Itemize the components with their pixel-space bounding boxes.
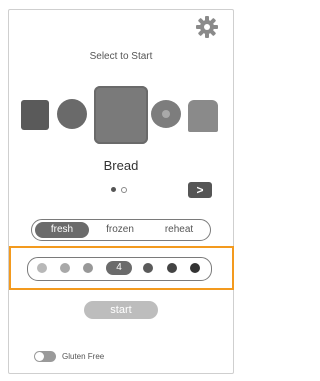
start-button[interactable]: start bbox=[84, 301, 158, 319]
page-title: Select to Start bbox=[89, 51, 153, 62]
darkness-level-1[interactable] bbox=[37, 263, 47, 273]
darkness-level-7[interactable] bbox=[190, 263, 200, 273]
gear-icon[interactable] bbox=[195, 15, 219, 39]
toast-slice-tile[interactable] bbox=[188, 100, 218, 132]
bread-tile[interactable] bbox=[94, 86, 148, 144]
mode-reheat[interactable]: reheat bbox=[152, 222, 206, 238]
toggle-knob bbox=[35, 352, 44, 361]
darkness-level-3[interactable] bbox=[83, 263, 93, 273]
mode-selector: fresh frozen reheat bbox=[31, 219, 211, 241]
darkness-level-5[interactable] bbox=[143, 263, 153, 273]
mode-frozen[interactable]: frozen bbox=[98, 222, 142, 238]
english-muffin-tile[interactable] bbox=[57, 99, 87, 129]
darkness-level-2[interactable] bbox=[60, 263, 70, 273]
darkness-level-6[interactable] bbox=[167, 263, 177, 273]
page-indicator-dot bbox=[121, 187, 127, 193]
darkness-level-selected[interactable]: 4 bbox=[106, 261, 132, 275]
waffle-tile[interactable] bbox=[21, 100, 49, 130]
mode-fresh[interactable]: fresh bbox=[35, 222, 89, 238]
next-button[interactable]: > bbox=[188, 182, 212, 198]
gluten-free-toggle[interactable] bbox=[34, 351, 56, 362]
gluten-free-label: Gluten Free bbox=[62, 352, 105, 361]
selected-item-label: Bread bbox=[103, 158, 139, 173]
page-indicator-dot-active bbox=[111, 187, 116, 192]
bagel-tile[interactable] bbox=[151, 100, 181, 128]
